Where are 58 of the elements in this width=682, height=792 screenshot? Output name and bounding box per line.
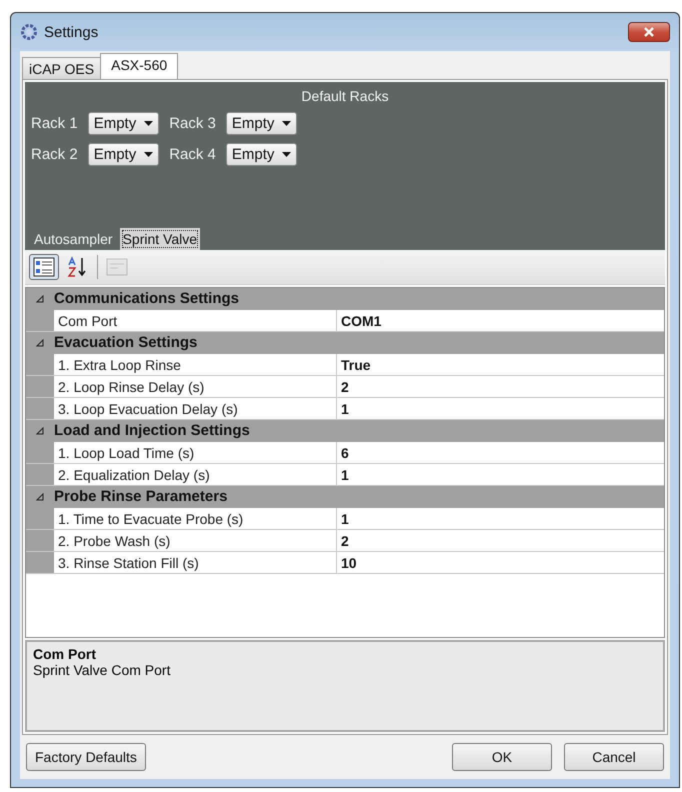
description-title: Com Port — [33, 646, 97, 662]
property-pages-icon — [106, 258, 128, 276]
categorized-button[interactable] — [29, 254, 59, 280]
rack-label: Rack 2 — [31, 146, 78, 163]
property-name[interactable]: 2. Loop Rinse Delay (s) — [54, 376, 337, 397]
property-value[interactable]: 1 — [337, 464, 664, 485]
rack-dropdown[interactable]: Empty — [88, 143, 160, 166]
rack-dropdown[interactable]: Empty — [226, 143, 298, 166]
gear-icon — [20, 23, 38, 41]
property-name[interactable]: 1. Loop Load Time (s) — [54, 442, 337, 463]
tab[interactable]: Autosampler — [31, 228, 116, 250]
section-title: Default Racks — [300, 88, 390, 104]
window-title: Settings — [44, 24, 100, 40]
close-icon — [642, 26, 656, 38]
category-name: Evacuation Settings — [54, 334, 198, 351]
row-gutter — [26, 530, 54, 551]
rack-label: Rack 4 — [169, 146, 216, 163]
dialog-button[interactable]: Cancel — [564, 743, 664, 771]
triangle-icon — [36, 294, 44, 302]
property-value[interactable]: 1 — [337, 508, 664, 529]
property-name[interactable]: Com Port — [54, 310, 337, 331]
property-value[interactable]: 1 — [337, 398, 664, 419]
property-value[interactable]: COM1 — [337, 310, 664, 331]
property-value[interactable]: True — [337, 354, 664, 375]
rack-label: Rack 3 — [169, 115, 216, 132]
caret-icon — [282, 152, 292, 157]
row-gutter — [26, 376, 54, 397]
rack-dropdown[interactable]: Empty — [88, 112, 160, 135]
caret-icon — [144, 121, 154, 126]
tab[interactable]: iCAP OES — [22, 57, 102, 79]
dialog-button[interactable]: OK — [452, 743, 552, 771]
property-value[interactable]: 10 — [337, 552, 664, 573]
category-name: Load and Injection Settings — [54, 422, 250, 439]
property-name[interactable]: 2. Probe Wash (s) — [54, 530, 337, 551]
caret-icon — [144, 152, 154, 157]
close-button[interactable] — [628, 22, 670, 42]
property-name[interactable]: 3. Rinse Station Fill (s) — [54, 552, 337, 573]
description-text: Sprint Valve Com Port — [33, 662, 172, 678]
caret-icon — [282, 121, 292, 126]
tab[interactable]: ASX-560 — [100, 53, 178, 79]
property-value[interactable]: 2 — [337, 376, 664, 397]
property-name[interactable]: 2. Equalization Delay (s) — [54, 464, 337, 485]
property-value[interactable]: 2 — [337, 530, 664, 551]
row-gutter — [26, 552, 54, 573]
categorized-icon — [33, 257, 55, 277]
property-name[interactable]: 1. Extra Loop Rinse — [54, 354, 337, 375]
triangle-icon — [36, 426, 44, 434]
category-name: Probe Rinse Parameters — [54, 488, 228, 505]
tab[interactable]: Sprint Valve — [120, 228, 200, 250]
property-value[interactable]: 6 — [337, 442, 664, 463]
rack-dropdown[interactable]: Empty — [226, 112, 298, 135]
dialog-button[interactable]: Factory Defaults — [26, 743, 146, 771]
category-name: Communications Settings — [54, 290, 240, 307]
rack-label: Rack 1 — [31, 115, 78, 132]
triangle-icon — [36, 338, 44, 346]
property-name[interactable]: 3. Loop Evacuation Delay (s) — [54, 398, 337, 419]
property-name[interactable]: 1. Time to Evacuate Probe (s) — [54, 508, 337, 529]
triangle-icon — [36, 492, 44, 500]
